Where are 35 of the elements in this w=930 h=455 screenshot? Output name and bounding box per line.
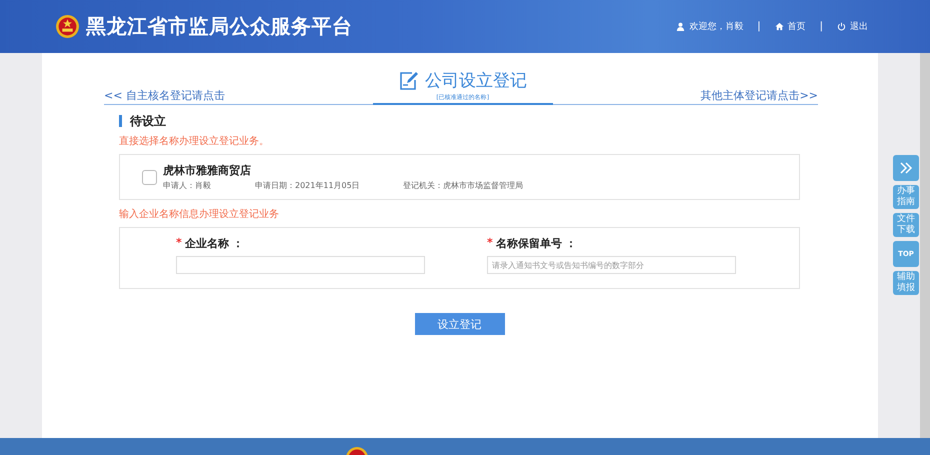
site-title: 黑龙江省市监局公众服务平台 [86, 13, 352, 40]
other-entity-link[interactable]: 其他主体登记请点击>> [700, 88, 818, 104]
nav-link[interactable]: 首页 [774, 20, 806, 33]
input-field[interactable] [176, 256, 425, 274]
hint-text: 输入企业名称信息办理设立登记业务 [119, 208, 280, 221]
separator: | [820, 21, 823, 32]
power-icon [837, 22, 846, 31]
input-field[interactable]: 请录入通知书文号或告知书编号的数字部分 [487, 256, 736, 274]
section-title: 待设立 [119, 115, 800, 127]
self-naming-link[interactable]: << 自主核名登记请点击 [104, 88, 225, 104]
nav-link[interactable]: 退出 [837, 20, 868, 33]
edit-icon [398, 70, 419, 90]
checkbox[interactable] [142, 170, 157, 184]
field-label: 企业名称 ： [184, 236, 244, 251]
side-button[interactable] [893, 155, 919, 181]
required-mark: * [487, 236, 493, 251]
page-title: 公司设立登记 [424, 70, 527, 92]
hint-text: 直接选择名称办理设立登记业务。 [119, 134, 270, 148]
company-name: 虎林市雅雅商贸店 [163, 163, 252, 178]
user-greeting[interactable]: 欢迎您，肖毅 [676, 20, 744, 33]
side-button[interactable]: 办事指南 [893, 185, 919, 209]
scrollbar[interactable] [920, 53, 930, 438]
authority-text: 登记机关：虎林市市场监督管理局 [403, 180, 523, 191]
chevrons-icon [899, 162, 913, 174]
required-mark: * [176, 236, 182, 251]
user-icon [676, 22, 686, 31]
emblem-icon [55, 14, 80, 39]
side-button[interactable]: 辅助填报 [893, 271, 919, 295]
submit-button[interactable]: 设立登记 [414, 313, 504, 335]
date-text: 申请日期：2021年11月05日 [255, 180, 361, 191]
field-label: 名称保留单号 ： [496, 236, 577, 251]
home-icon [774, 22, 784, 31]
applicant-text: 申请人：肖毅 [163, 180, 212, 191]
separator: | [757, 21, 761, 32]
side-button[interactable]: 文件下载 [893, 213, 919, 237]
